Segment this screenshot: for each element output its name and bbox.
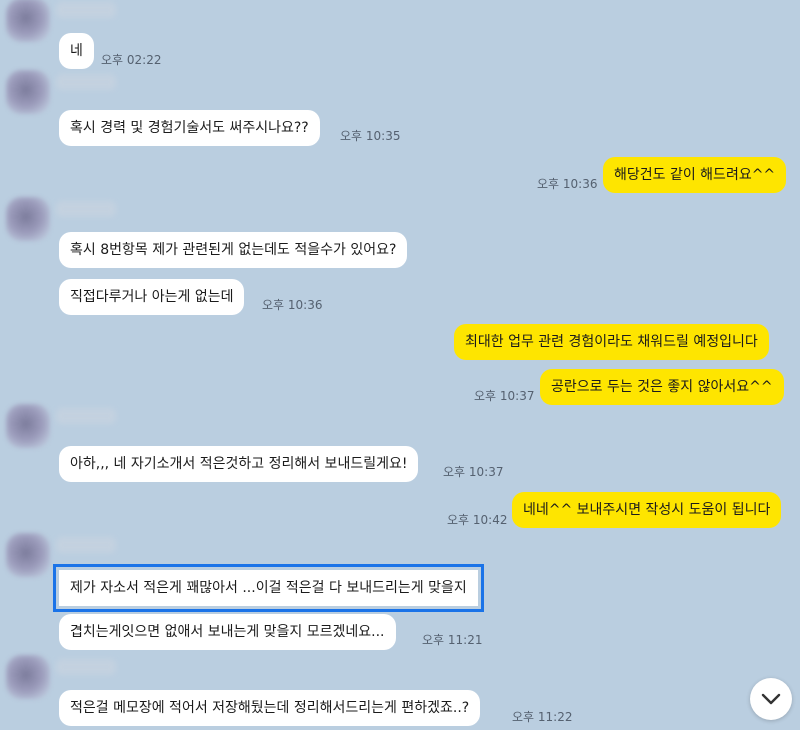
sender-avatar[interactable] (6, 70, 50, 114)
message-bubble[interactable]: 적은걸 메모장에 적어서 저장해뒀는데 정리해서드리는게 편하겠죠..? (59, 690, 481, 726)
sender-avatar[interactable] (6, 655, 50, 699)
message-bubble[interactable]: 네 (59, 33, 94, 69)
message-time: 오후 10:36 (262, 298, 323, 312)
message-bubble[interactable]: 혹시 8번항목 제가 관련된게 없는데도 적을수가 있어요? (59, 232, 408, 268)
message-bubble[interactable]: 아하,,, 네 자기소개서 적은것하고 정리해서 보내드릴게요! (59, 446, 419, 482)
sender-avatar[interactable] (6, 533, 50, 577)
sender-name (56, 2, 116, 18)
message-time: 오후 10:36 (537, 177, 598, 191)
message-time: 오후 10:37 (443, 465, 504, 479)
sender-name (56, 74, 116, 90)
message-bubble[interactable]: 공란으로 두는 것은 좋지 않아서요^^ (540, 369, 784, 405)
message-bubble[interactable]: 네네^^ 보내주시면 작성시 도움이 됩니다 (512, 492, 782, 528)
message-time: 오후 11:21 (422, 633, 483, 647)
sender-avatar[interactable] (6, 0, 50, 42)
message-bubble[interactable]: 직접다루거나 아는게 없는데 (59, 279, 245, 315)
highlighted-message-bubble[interactable]: 제가 자소서 적은게 꽤많아서 ...이걸 적은걸 다 보내드리는게 맞을지 (53, 564, 484, 612)
message-bubble[interactable]: 혹시 경력 및 경험기술서도 써주시나요?? (59, 110, 320, 146)
sender-name (56, 201, 116, 217)
message-bubble[interactable]: 겹치는게잇으면 없애서 보내는게 맞을지 모르겠네요... (59, 614, 396, 650)
message-time: 오후 10:37 (474, 389, 535, 403)
message-bubble[interactable]: 최대한 업무 관련 경험이라도 채워드릴 예정입니다 (454, 324, 769, 360)
sender-avatar[interactable] (6, 197, 50, 241)
message-time: 오후 10:35 (340, 129, 401, 143)
sender-name (56, 408, 116, 424)
scroll-down-button[interactable] (750, 678, 792, 720)
chat-room: 네 오후 02:22 혹시 경력 및 경험기술서도 써주시나요?? 오후 10:… (0, 0, 800, 730)
sender-name (56, 537, 116, 553)
sender-name (56, 659, 116, 675)
message-time: 오후 10:42 (447, 513, 508, 527)
message-time: 오후 11:22 (512, 710, 573, 724)
message-bubble[interactable]: 해당건도 같이 해드려요^^ (603, 157, 787, 193)
message-time: 오후 02:22 (101, 53, 162, 67)
sender-avatar[interactable] (6, 404, 50, 448)
chevron-down-icon (761, 693, 781, 705)
